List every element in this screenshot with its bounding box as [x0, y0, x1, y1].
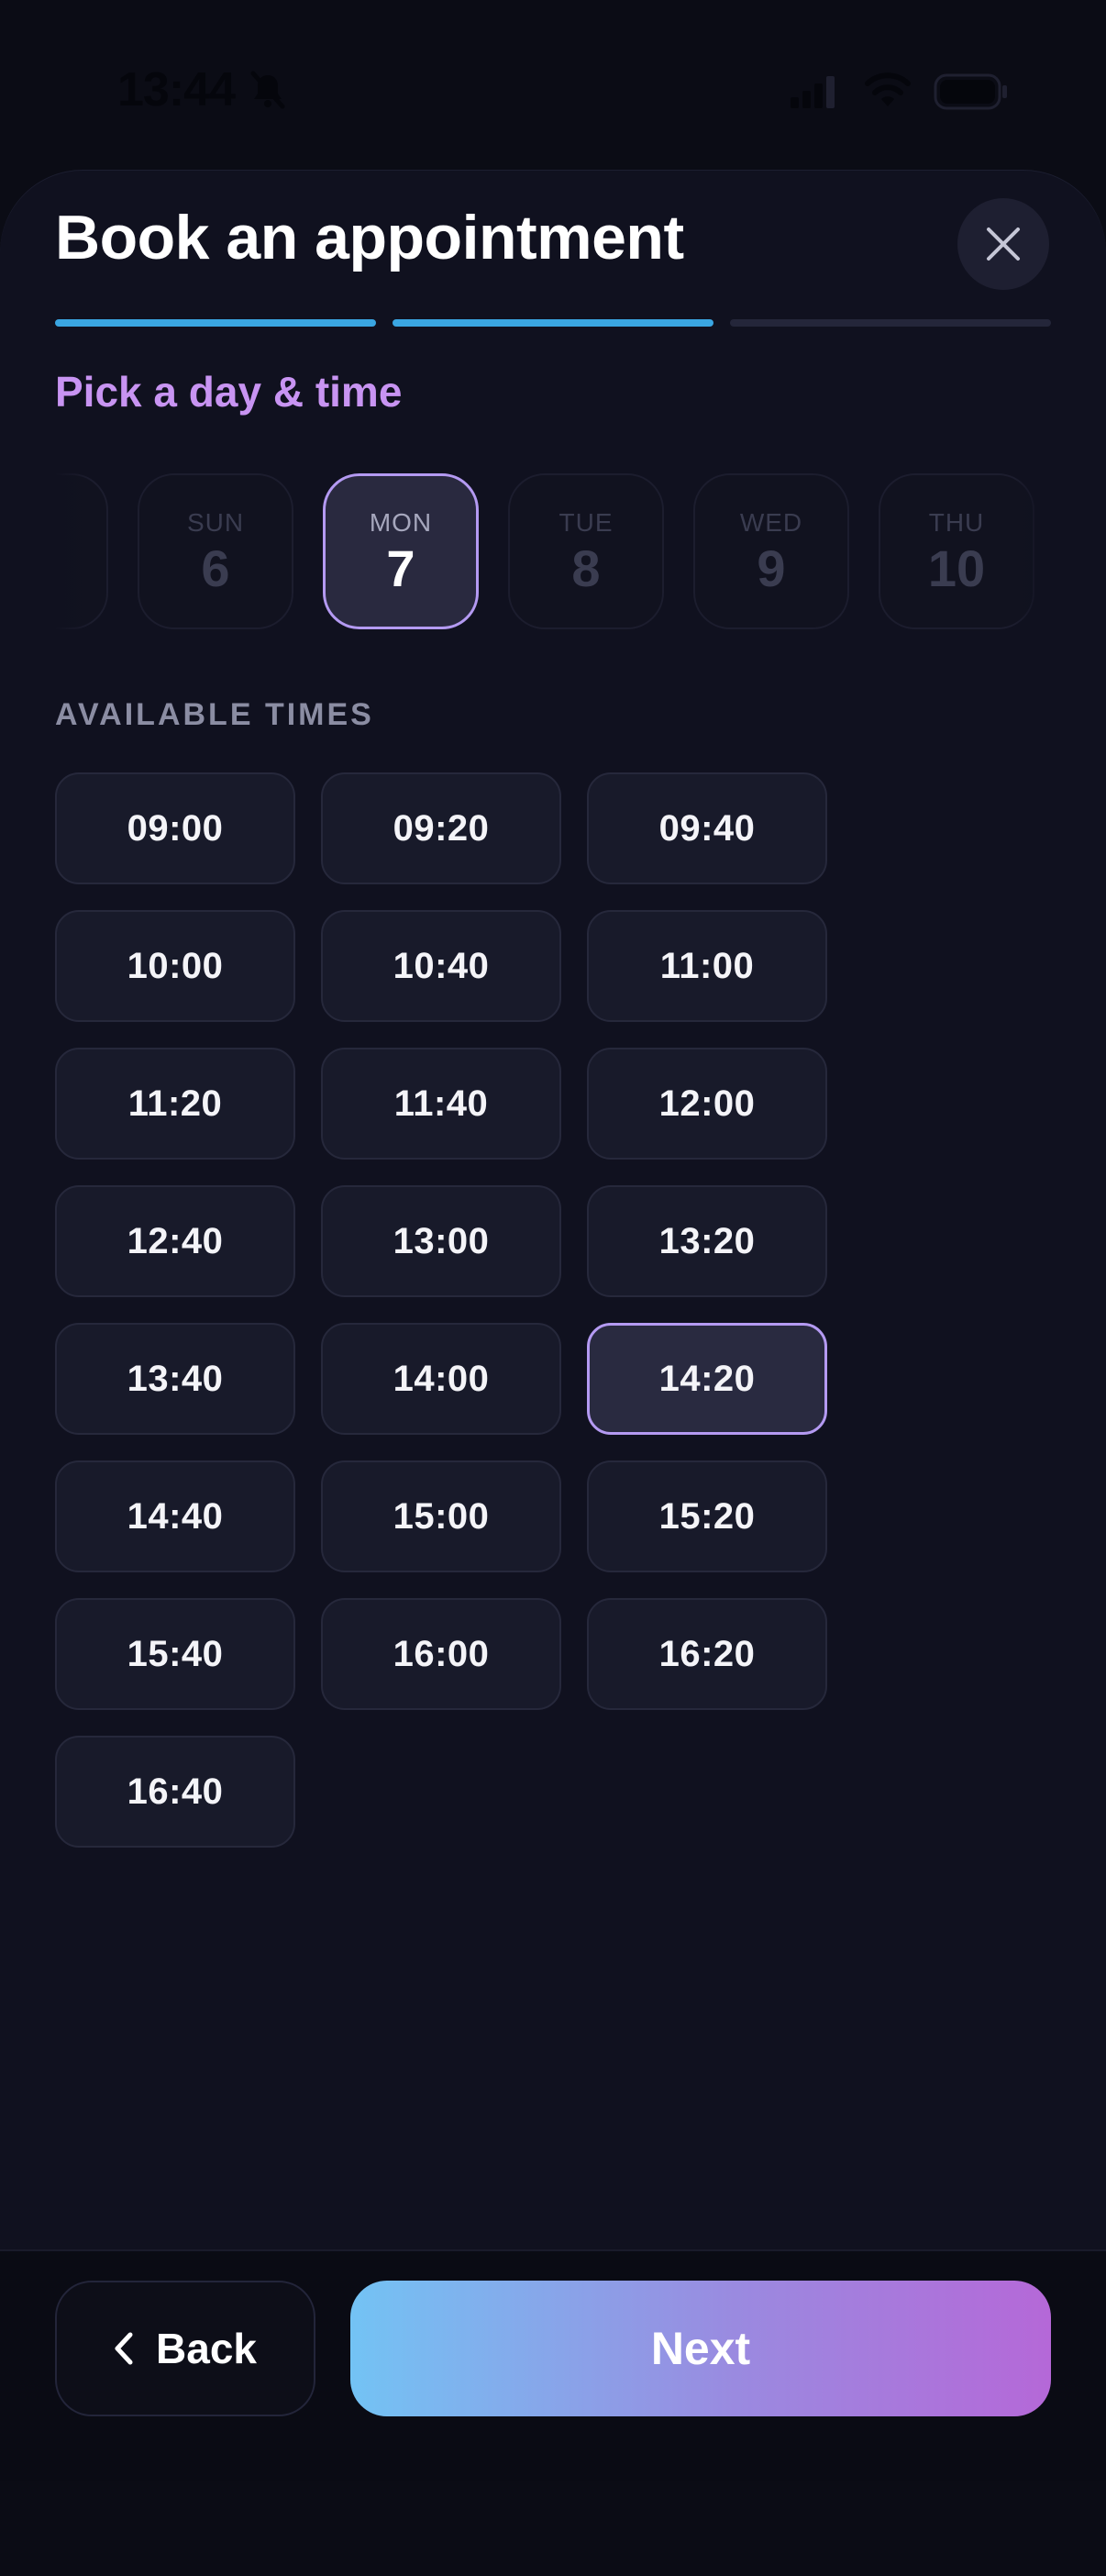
day-chip-weekday: MON: [369, 508, 433, 537]
day-chip-weekday: SUN: [186, 508, 245, 537]
status-bar: 13:44: [0, 0, 1106, 174]
day-chip-weekday: TUE: [559, 508, 614, 537]
day-picker[interactable]: SAT5SUN6MON7TUE8WED9THU10: [55, 473, 1051, 633]
back-button[interactable]: Back: [55, 2281, 315, 2416]
step-subtitle: Pick a day & time: [55, 368, 403, 416]
time-slot[interactable]: 10:00: [55, 910, 295, 1022]
day-chip-date: 6: [201, 539, 230, 597]
time-slot[interactable]: 09:20: [321, 772, 561, 884]
footer-bar: Back Next: [0, 2249, 1106, 2482]
wifi-icon: [865, 72, 911, 106]
day-chip-sun[interactable]: SUN 6: [138, 473, 293, 629]
time-slot[interactable]: 09:40: [587, 772, 827, 884]
progress-segment: [393, 319, 713, 327]
progress-segment: [730, 319, 1051, 327]
time-slot[interactable]: 12:00: [587, 1048, 827, 1160]
back-button-label: Back: [156, 2325, 257, 2372]
time-slot[interactable]: 14:00: [321, 1323, 561, 1435]
day-chip-thu[interactable]: THU 10: [879, 473, 1034, 629]
battery-icon: [934, 73, 1007, 110]
day-chip-sat[interactable]: SAT5: [55, 473, 108, 629]
bell-slash-icon: [250, 71, 285, 109]
day-chip-weekday: THU: [928, 508, 985, 537]
time-slot[interactable]: 13:40: [55, 1323, 295, 1435]
step-progress: [55, 319, 1051, 327]
home-indicator-area: [0, 2481, 1106, 2576]
time-slot[interactable]: 13:20: [587, 1185, 827, 1297]
chevron-left-icon: [115, 2332, 133, 2365]
day-chip-date: 8: [571, 539, 601, 597]
page-title: Book an appointment: [55, 203, 684, 272]
day-chip-weekday: WED: [739, 508, 803, 537]
time-slot[interactable]: 09:00: [55, 772, 295, 884]
available-times-label: AVAILABLE TIMES: [55, 697, 374, 732]
day-chip-date: 7: [386, 539, 415, 597]
time-slot[interactable]: 11:00: [587, 910, 827, 1022]
day-chip-date: 9: [757, 539, 786, 597]
time-slot[interactable]: 15:40: [55, 1598, 295, 1710]
status-time: 13:44: [117, 63, 236, 117]
time-slot[interactable]: 14:40: [55, 1460, 295, 1572]
day-chip-wed[interactable]: WED 9: [693, 473, 849, 629]
day-chip-date: 10: [927, 539, 986, 597]
booking-sheet: Book an appointment Pick a day & time SA…: [0, 171, 1106, 2576]
time-slot[interactable]: 14:20: [587, 1323, 827, 1435]
day-chip-weekday: SAT: [55, 508, 56, 538]
time-slot[interactable]: 15:20: [587, 1460, 827, 1572]
next-button[interactable]: Next: [350, 2281, 1051, 2416]
signal-icon: [791, 76, 835, 108]
time-slot[interactable]: 11:20: [55, 1048, 295, 1160]
close-icon: [987, 228, 1020, 261]
day-chip-tue[interactable]: TUE 8: [508, 473, 664, 629]
time-slot[interactable]: 15:00: [321, 1460, 561, 1572]
time-slot[interactable]: 16:00: [321, 1598, 561, 1710]
time-slot[interactable]: 16:40: [55, 1736, 295, 1848]
time-slot[interactable]: 12:40: [55, 1185, 295, 1297]
close-button[interactable]: [957, 198, 1049, 290]
next-button-label: Next: [650, 2323, 751, 2374]
time-slot[interactable]: 16:20: [587, 1598, 827, 1710]
time-slot[interactable]: 13:00: [321, 1185, 561, 1297]
day-chip-mon[interactable]: MON 7: [323, 473, 479, 629]
time-slot-grid: 09:00 09:20 09:40 10:00 10:40 11:00 11:20 11:40…: [55, 772, 831, 1848]
time-slot[interactable]: 10:40: [321, 910, 561, 1022]
progress-segment: [55, 319, 376, 327]
time-slot[interactable]: 11:40: [321, 1048, 561, 1160]
